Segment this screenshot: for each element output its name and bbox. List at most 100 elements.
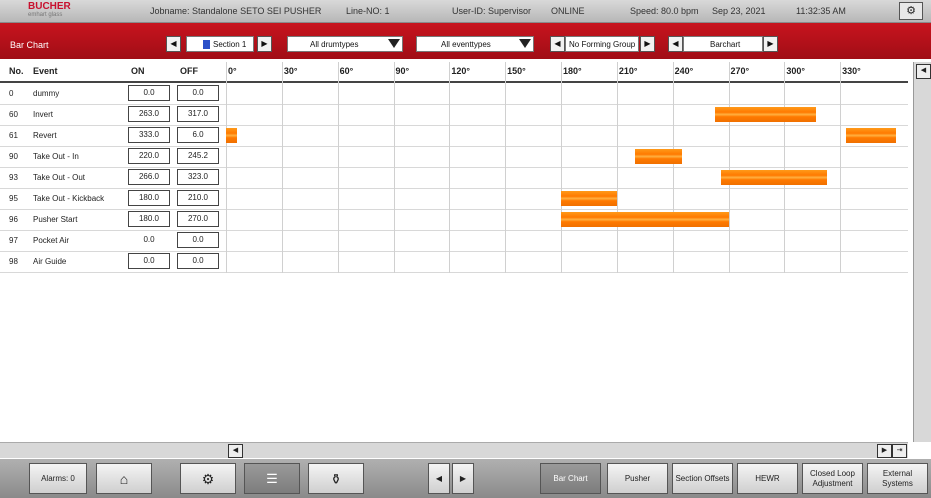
chart-toolbar: Bar Chart ◀ Section 1 ▶ All drumtypes Al… xyxy=(0,23,931,59)
horizontal-scrollbar[interactable]: ◀ ▶ ⇥ xyxy=(0,442,908,458)
degree-tick-label: 150° xyxy=(507,66,526,76)
header-event: Event xyxy=(33,66,58,76)
off-value-field[interactable]: 0.0 xyxy=(177,232,219,248)
time-text: 11:32:35 AM xyxy=(796,6,846,16)
event-name: dummy xyxy=(33,89,60,98)
off-value-field[interactable]: 0.0 xyxy=(177,253,219,269)
on-value-field[interactable]: 220.0 xyxy=(128,148,170,164)
section-selector[interactable]: Section 1 xyxy=(186,36,254,52)
degree-gridline xyxy=(561,62,562,273)
scroll-left-arrow-icon[interactable]: ◀ xyxy=(228,444,243,458)
on-value-field[interactable]: 0.0 xyxy=(128,85,170,101)
pusher-label: Pusher xyxy=(624,473,651,483)
on-value-field[interactable]: 263.0 xyxy=(128,106,170,122)
event-bar[interactable] xyxy=(561,212,729,227)
view-next-button[interactable]: ▶ xyxy=(763,36,778,52)
chevron-down-icon xyxy=(519,39,531,48)
jobname-text: Jobname: Standalone SETO SEI PUSHER xyxy=(150,6,322,16)
scroll-left-icon[interactable]: ◀ xyxy=(916,64,931,79)
pusher-button[interactable]: Pusher xyxy=(607,463,668,494)
hewr-label: HEWR xyxy=(755,473,780,483)
section-offsets-button[interactable]: Section Offsets xyxy=(672,463,733,494)
on-value-field[interactable]: 180.0 xyxy=(128,190,170,206)
degree-tick-label: 0° xyxy=(228,66,237,76)
off-value-field[interactable]: 210.0 xyxy=(177,190,219,206)
event-bar[interactable] xyxy=(845,128,896,143)
hewr-button[interactable]: HEWR xyxy=(737,463,798,494)
row-number: 61 xyxy=(9,131,18,140)
degree-tick-label: 330° xyxy=(842,66,861,76)
degree-gridline xyxy=(226,62,227,273)
timing-icon[interactable]: ☰ xyxy=(244,463,300,494)
bucher-logo: BUCHER emhart glass xyxy=(28,2,71,20)
event-bar[interactable] xyxy=(226,128,238,143)
on-value-field[interactable]: 0.0 xyxy=(128,253,170,269)
on-value-field[interactable]: 266.0 xyxy=(128,169,170,185)
degree-gridline xyxy=(840,62,842,273)
bar-chart-button[interactable]: Bar Chart xyxy=(540,463,601,494)
degree-tick-label: 210° xyxy=(618,66,638,76)
view-prev-button[interactable]: ◀ xyxy=(668,36,683,52)
section-offsets-label: Section Offsets xyxy=(675,473,730,483)
event-bar[interactable] xyxy=(635,149,683,164)
on-value-field[interactable]: 0.0 xyxy=(128,232,170,248)
view-selector[interactable]: Barchart xyxy=(683,36,763,52)
off-value-field[interactable]: 6.0 xyxy=(177,127,219,143)
event-bar[interactable] xyxy=(721,170,828,185)
degree-tick-label: 60° xyxy=(339,66,354,76)
row-number: 97 xyxy=(9,236,18,245)
degree-tick-label: 120° xyxy=(451,66,470,76)
header-on: ON xyxy=(131,66,145,76)
bottle-icon[interactable]: ⚱ xyxy=(308,463,364,494)
logo-sub: emhart glass xyxy=(28,12,63,18)
row-number: 90 xyxy=(9,152,18,161)
event-bar[interactable] xyxy=(715,107,816,122)
page-next-icon[interactable]: ▶ xyxy=(452,463,474,494)
external-systems-button[interactable]: External Systems xyxy=(867,463,928,494)
date-text: Sep 23, 2021 xyxy=(712,6,766,16)
degree-gridline xyxy=(616,62,618,273)
degree-tick-label: 30° xyxy=(283,66,298,76)
section-color-icon xyxy=(203,40,210,49)
scroll-end-icon[interactable]: ⇥ xyxy=(892,444,907,458)
on-value-field[interactable]: 180.0 xyxy=(128,211,170,227)
closed-loop-button[interactable]: Closed Loop Adjustment xyxy=(802,463,863,494)
table-row: 96 Pusher Start 180.0 270.0 xyxy=(0,209,908,231)
view-label: Barchart xyxy=(710,40,741,49)
degree-tick-label: 300° xyxy=(786,66,805,76)
table-row: 61 Revert 333.0 6.0 xyxy=(0,125,908,147)
section-next-button[interactable]: ▶ xyxy=(257,36,272,52)
off-value-field[interactable]: 317.0 xyxy=(177,106,219,122)
off-value-field[interactable]: 270.0 xyxy=(177,211,219,227)
alarms-button[interactable]: Alarms: 0 xyxy=(29,463,87,494)
user-id-text: User-ID: Supervisor xyxy=(452,6,532,16)
degree-gridline xyxy=(505,62,507,273)
off-value-field[interactable]: 323.0 xyxy=(177,169,219,185)
vertical-scrollbar[interactable]: ◀ xyxy=(913,62,931,442)
off-value-field[interactable]: 245.2 xyxy=(177,148,219,164)
machine-icon[interactable]: ⚙ xyxy=(180,463,236,494)
row-number: 98 xyxy=(9,257,18,266)
degree-gridline xyxy=(672,62,674,273)
degree-tick-label: 240° xyxy=(674,66,694,76)
event-bar[interactable] xyxy=(561,191,617,206)
forming-group-prev-button[interactable]: ◀ xyxy=(550,36,565,52)
page-prev-icon[interactable]: ◀ xyxy=(428,463,450,494)
header-off: OFF xyxy=(180,66,198,76)
settings-gear-icon[interactable]: ⚙ xyxy=(899,2,923,20)
scroll-right-arrow-icon[interactable]: ▶ xyxy=(877,444,892,458)
section-label: Section 1 xyxy=(213,40,247,49)
forming-group-next-button[interactable]: ▶ xyxy=(640,36,655,52)
header-no: No. xyxy=(9,66,24,76)
forming-group-selector[interactable]: No Forming Group xyxy=(565,36,639,52)
forming-group-label: No Forming Group xyxy=(569,40,636,49)
home-icon[interactable]: ⌂ xyxy=(96,463,152,494)
eventtypes-dropdown[interactable]: All eventtypes xyxy=(416,36,534,52)
section-prev-button[interactable]: ◀ xyxy=(166,36,181,52)
degree-gridline xyxy=(784,62,786,273)
on-value-field[interactable]: 333.0 xyxy=(128,127,170,143)
off-value-field[interactable]: 0.0 xyxy=(177,85,219,101)
event-name: Take Out - Out xyxy=(33,173,86,182)
table-row: 98 Air Guide 0.0 0.0 xyxy=(0,251,908,273)
drumtypes-dropdown[interactable]: All drumtypes xyxy=(287,36,403,52)
